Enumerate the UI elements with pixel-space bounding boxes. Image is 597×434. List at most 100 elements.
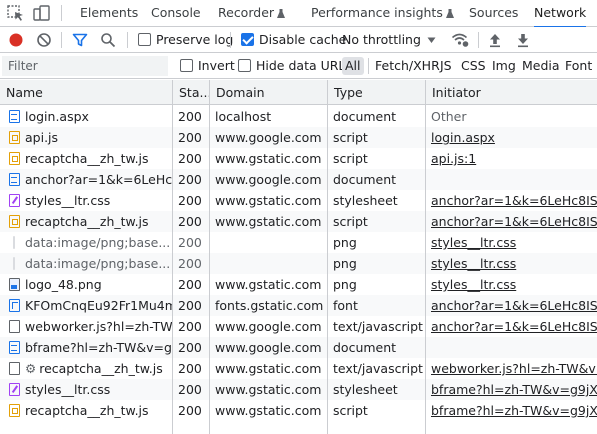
table-row[interactable]: KFOmCnqEu92Fr1Mu4m... 200 fonts.gstatic.co… xyxy=(0,295,597,316)
initiator-text: Other xyxy=(431,109,467,124)
initiator-link[interactable]: webworker.js?hl=zh-TW&v=... xyxy=(431,361,597,376)
initiator-link[interactable]: styles__ltr.css xyxy=(431,256,516,271)
table-row[interactable]: recaptcha__zh_tw.js 200 www.gstatic.com scr… xyxy=(0,148,597,169)
table-row[interactable]: api.js 200 www.google.com script login.aspx xyxy=(0,127,597,148)
search-icon[interactable] xyxy=(100,32,116,48)
initiator-link[interactable]: api.js:1 xyxy=(431,151,476,166)
toolbar-divider xyxy=(478,32,479,48)
initiator-link[interactable]: styles__ltr.css xyxy=(431,277,516,292)
tab-console[interactable]: Console xyxy=(151,0,201,27)
filter-bar: Invert Hide data URLs All Fetch/XHR JS C… xyxy=(0,53,597,79)
tab-sources[interactable]: Sources xyxy=(469,0,518,27)
script-file-icon xyxy=(9,131,20,144)
script-file-icon xyxy=(9,215,20,228)
type-filter-js[interactable]: JS xyxy=(440,53,452,79)
request-name[interactable]: recaptcha__zh_tw.js xyxy=(25,403,149,418)
request-name[interactable]: recaptcha__zh_tw.js xyxy=(39,361,163,376)
type-filter-font[interactable]: Font xyxy=(565,53,592,79)
table-row[interactable]: recaptcha__zh_tw.js 200 www.gstatic.com scr… xyxy=(0,211,597,232)
export-har-icon[interactable] xyxy=(516,32,530,48)
table-row[interactable]: ⚙ recaptcha__zh_tw.js 200 www.gstatic.com te… xyxy=(0,358,597,379)
column-header-domain[interactable]: Domain xyxy=(210,80,327,105)
inspect-element-icon[interactable] xyxy=(6,4,26,22)
cell-name: bframe?hl=zh-TW&v=g9... xyxy=(0,337,172,358)
cell-name: ⚙ recaptcha__zh_tw.js xyxy=(0,358,172,379)
throttling-select[interactable]: No throttling xyxy=(342,27,421,53)
tab-recorder[interactable]: Recorder xyxy=(218,0,286,27)
initiator-link[interactable]: styles__ltr.css xyxy=(431,235,516,250)
initiator-link[interactable]: login.aspx xyxy=(431,130,495,145)
filter-icon[interactable] xyxy=(72,32,88,48)
column-header-type[interactable]: Type xyxy=(328,80,425,105)
table-row[interactable]: bframe?hl=zh-TW&v=g9... 200 www.google.com… xyxy=(0,337,597,358)
initiator-link[interactable]: bframe?hl=zh-TW&v=g9jXH... xyxy=(431,382,597,397)
initiator-link[interactable]: bframe?hl=zh-TW&v=g9jXH... xyxy=(431,403,597,418)
tab-elements[interactable]: Elements xyxy=(80,0,138,27)
clear-icon[interactable] xyxy=(36,32,52,48)
column-header-name[interactable]: Name xyxy=(0,80,172,105)
request-name[interactable]: logo_48.png xyxy=(25,277,102,292)
table-row[interactable]: recaptcha__zh_tw.js 200 www.gstatic.com scr… xyxy=(0,400,597,421)
initiator-link[interactable]: anchor?ar=1&k=6LeHc8ISA... xyxy=(431,298,597,313)
record-icon[interactable] xyxy=(8,32,24,48)
request-name[interactable]: data:image/png;base... xyxy=(25,235,170,250)
request-name[interactable]: data:image/png;base... xyxy=(25,256,170,271)
table-row[interactable]: data:image/png;base... 200 png styles__ltr.… xyxy=(0,232,597,253)
hide-data-urls-label[interactable]: Hide data URLs xyxy=(256,53,352,79)
request-name[interactable]: styles__ltr.css xyxy=(25,382,110,397)
request-name[interactable]: KFOmCnqEu92Fr1Mu4m... xyxy=(25,298,172,313)
table-row[interactable]: webworker.js?hl=zh-TW... 200 www.google.co… xyxy=(0,316,597,337)
type-filter-all[interactable]: All xyxy=(342,57,364,75)
request-name[interactable]: recaptcha__zh_tw.js xyxy=(25,214,149,229)
hide-data-urls-checkbox[interactable] xyxy=(238,59,251,72)
request-name[interactable]: login.aspx xyxy=(25,109,89,124)
cell-type: png xyxy=(333,277,357,292)
table-row[interactable]: styles__ltr.css 200 www.gstatic.com stylesh… xyxy=(0,379,597,400)
type-filter-img[interactable]: Img xyxy=(492,53,516,79)
column-header-status[interactable]: Sta... xyxy=(173,80,210,105)
initiator-link[interactable]: anchor?ar=1&k=6LeHc8ISA... xyxy=(431,193,597,208)
request-name[interactable]: anchor?ar=1&k=6LeHc8I... xyxy=(25,172,172,187)
table-row[interactable]: login.aspx 200 localhost document Other xyxy=(0,106,597,127)
preserve-log-checkbox[interactable] xyxy=(138,33,151,46)
column-header-initiator[interactable]: Initiator xyxy=(426,80,597,105)
initiator-link[interactable]: anchor?ar=1&k=6LeHc8ISA... xyxy=(431,214,597,229)
type-filter-fetch-xhr[interactable]: Fetch/XHR xyxy=(375,53,440,79)
network-conditions-icon[interactable] xyxy=(451,31,469,48)
tab-network[interactable]: Network xyxy=(534,0,587,28)
request-name[interactable]: webworker.js?hl=zh-TW... xyxy=(25,319,172,334)
type-filter-media[interactable]: Media xyxy=(522,53,560,79)
request-name[interactable]: bframe?hl=zh-TW&v=g9... xyxy=(25,340,172,355)
request-name[interactable]: api.js xyxy=(25,130,58,145)
devtools-tab-bar: Elements Console Recorder Performance in… xyxy=(0,0,597,28)
disable-cache-checkbox[interactable] xyxy=(241,33,254,46)
type-filter-css[interactable]: CSS xyxy=(461,53,486,79)
import-har-icon[interactable] xyxy=(488,32,502,48)
cell-status: 200 xyxy=(178,340,202,355)
toolbar-divider xyxy=(61,32,62,48)
invert-label[interactable]: Invert xyxy=(198,53,235,79)
table-row[interactable]: logo_48.png 200 www.gstatic.com png styles__… xyxy=(0,274,597,295)
request-name[interactable]: styles__ltr.css xyxy=(25,193,110,208)
font-file-icon xyxy=(9,299,20,312)
disable-cache-label[interactable]: Disable cache xyxy=(259,27,346,53)
chevron-down-icon[interactable] xyxy=(427,36,436,44)
table-row[interactable]: styles__ltr.css 200 www.gstatic.com stylesh… xyxy=(0,190,597,211)
invert-checkbox[interactable] xyxy=(180,59,193,72)
cell-name: styles__ltr.css xyxy=(0,379,172,400)
cell-name: recaptcha__zh_tw.js xyxy=(0,148,172,169)
device-toolbar-icon[interactable] xyxy=(32,4,52,22)
preserve-log-label[interactable]: Preserve log xyxy=(156,27,233,53)
cell-status: 200 xyxy=(178,130,202,145)
cell-initiator: bframe?hl=zh-TW&v=g9jXH... xyxy=(426,379,597,400)
cell-domain: fonts.gstatic.com xyxy=(215,298,324,313)
tab-performance-insights[interactable]: Performance insights xyxy=(311,0,454,27)
request-name[interactable]: recaptcha__zh_tw.js xyxy=(25,151,149,166)
toolbar-divider xyxy=(230,32,231,48)
table-row[interactable]: anchor?ar=1&k=6LeHc8I... 200 www.google.co… xyxy=(0,169,597,190)
table-row[interactable]: data:image/png;base... 200 png styles__ltr.… xyxy=(0,253,597,274)
filter-input[interactable] xyxy=(2,56,168,76)
initiator-link[interactable]: anchor?ar=1&k=6LeHc8ISA... xyxy=(431,319,597,334)
cell-name: recaptcha__zh_tw.js xyxy=(0,400,172,421)
cell-name: KFOmCnqEu92Fr1Mu4m... xyxy=(0,295,172,316)
